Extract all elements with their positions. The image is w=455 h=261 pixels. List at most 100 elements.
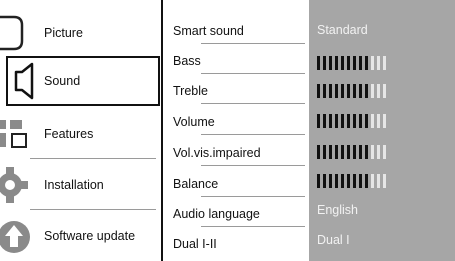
- level-bar-empty: [377, 56, 380, 70]
- setting-treble[interactable]: Treble: [171, 78, 305, 104]
- level-bar-filled: [365, 174, 368, 188]
- level-bar-filled: [353, 174, 356, 188]
- divider: [30, 158, 156, 159]
- speaker-icon: [8, 58, 44, 104]
- setting-volume[interactable]: Volume: [171, 109, 305, 135]
- level-bar-empty: [383, 56, 386, 70]
- menu-item-sound[interactable]: Sound: [6, 56, 160, 106]
- level-bars: [317, 114, 386, 128]
- dual-value: Dual I: [317, 227, 451, 253]
- level-bar-filled: [353, 114, 356, 128]
- vol-vis-impaired-level-slider[interactable]: [317, 139, 451, 165]
- level-bar-empty: [383, 84, 386, 98]
- setting-dual[interactable]: Dual I-II: [171, 231, 305, 257]
- level-bar-filled: [341, 145, 344, 159]
- level-bar-filled: [323, 114, 326, 128]
- level-bar-filled: [353, 145, 356, 159]
- bass-level-slider[interactable]: [317, 50, 451, 76]
- level-bar-filled: [359, 174, 362, 188]
- menu-item-label: Features: [44, 127, 94, 141]
- tv-screen-icon: [0, 8, 36, 58]
- level-bar-filled: [335, 114, 338, 128]
- value-panel: Standard English Dual I: [309, 0, 455, 261]
- setting-vol-vis-impaired[interactable]: Vol.vis.impaired: [171, 140, 305, 166]
- divider: [201, 226, 305, 227]
- divider: [201, 103, 305, 104]
- level-bar-filled: [347, 84, 350, 98]
- level-bar-filled: [329, 174, 332, 188]
- level-bars: [317, 84, 386, 98]
- menu-item-software-update[interactable]: Software update: [0, 211, 160, 261]
- level-bar-filled: [365, 145, 368, 159]
- balance-level-slider[interactable]: [317, 168, 451, 194]
- level-bar-empty: [377, 174, 380, 188]
- level-bar-filled: [329, 145, 332, 159]
- audio-language-value: English: [317, 197, 451, 223]
- divider: [201, 73, 305, 74]
- setting-label: Balance: [173, 177, 219, 191]
- level-bar-filled: [341, 84, 344, 98]
- divider: [201, 43, 305, 44]
- setting-label: Treble: [173, 84, 208, 98]
- level-bar-filled: [317, 145, 320, 159]
- level-bar-filled: [365, 56, 368, 70]
- level-bar-filled: [329, 114, 332, 128]
- gear-icon: [0, 160, 36, 210]
- level-bar-filled: [317, 114, 320, 128]
- volume-level-slider[interactable]: [317, 108, 451, 134]
- menu-item-label: Picture: [44, 26, 83, 40]
- menu-item-installation[interactable]: Installation: [0, 160, 160, 210]
- setting-balance[interactable]: Balance: [171, 171, 305, 197]
- setting-bass[interactable]: Bass: [171, 48, 305, 74]
- level-bar-filled: [317, 174, 320, 188]
- level-bar-filled: [335, 174, 338, 188]
- setting-label: Dual I-II: [173, 237, 217, 251]
- setting-label: Smart sound: [173, 24, 244, 38]
- level-bar-filled: [323, 56, 326, 70]
- level-bar-empty: [371, 114, 374, 128]
- level-bar-empty: [383, 174, 386, 188]
- level-bar-filled: [341, 56, 344, 70]
- level-bars: [317, 56, 386, 70]
- level-bar-empty: [371, 84, 374, 98]
- treble-level-slider[interactable]: [317, 78, 451, 104]
- level-bar-filled: [341, 174, 344, 188]
- level-bar-filled: [347, 145, 350, 159]
- level-bar-filled: [323, 145, 326, 159]
- level-bar-filled: [317, 56, 320, 70]
- level-bar-empty: [377, 145, 380, 159]
- level-bar-filled: [329, 84, 332, 98]
- level-bar-filled: [353, 56, 356, 70]
- setting-label: Audio language: [173, 207, 260, 221]
- level-bar-empty: [371, 145, 374, 159]
- setting-label: Vol.vis.impaired: [173, 146, 261, 160]
- level-bar-empty: [371, 174, 374, 188]
- menu-item-features[interactable]: Features: [0, 109, 160, 159]
- level-bar-filled: [347, 114, 350, 128]
- level-bar-filled: [317, 84, 320, 98]
- level-bar-filled: [365, 84, 368, 98]
- level-bar-filled: [359, 114, 362, 128]
- level-bar-filled: [323, 84, 326, 98]
- level-bars: [317, 145, 386, 159]
- level-bar-filled: [335, 84, 338, 98]
- level-bar-filled: [347, 174, 350, 188]
- divider: [30, 209, 156, 210]
- features-grid-icon: [0, 109, 36, 159]
- level-bar-filled: [365, 114, 368, 128]
- setting-smart-sound[interactable]: Smart sound: [171, 18, 305, 44]
- value-text: Dual I: [317, 233, 350, 247]
- divider: [201, 196, 305, 197]
- sound-settings-list: Smart sound Bass Treble Volume Vol.vis.i…: [161, 0, 309, 261]
- level-bar-filled: [329, 56, 332, 70]
- menu-item-picture[interactable]: Picture: [0, 8, 160, 58]
- level-bars: [317, 174, 386, 188]
- smart-sound-value: Standard: [317, 17, 451, 43]
- level-bar-filled: [353, 84, 356, 98]
- setting-audio-language[interactable]: Audio language: [171, 201, 305, 227]
- divider: [201, 165, 305, 166]
- level-bar-filled: [341, 114, 344, 128]
- level-bar-empty: [383, 145, 386, 159]
- level-bar-filled: [335, 56, 338, 70]
- level-bar-filled: [359, 145, 362, 159]
